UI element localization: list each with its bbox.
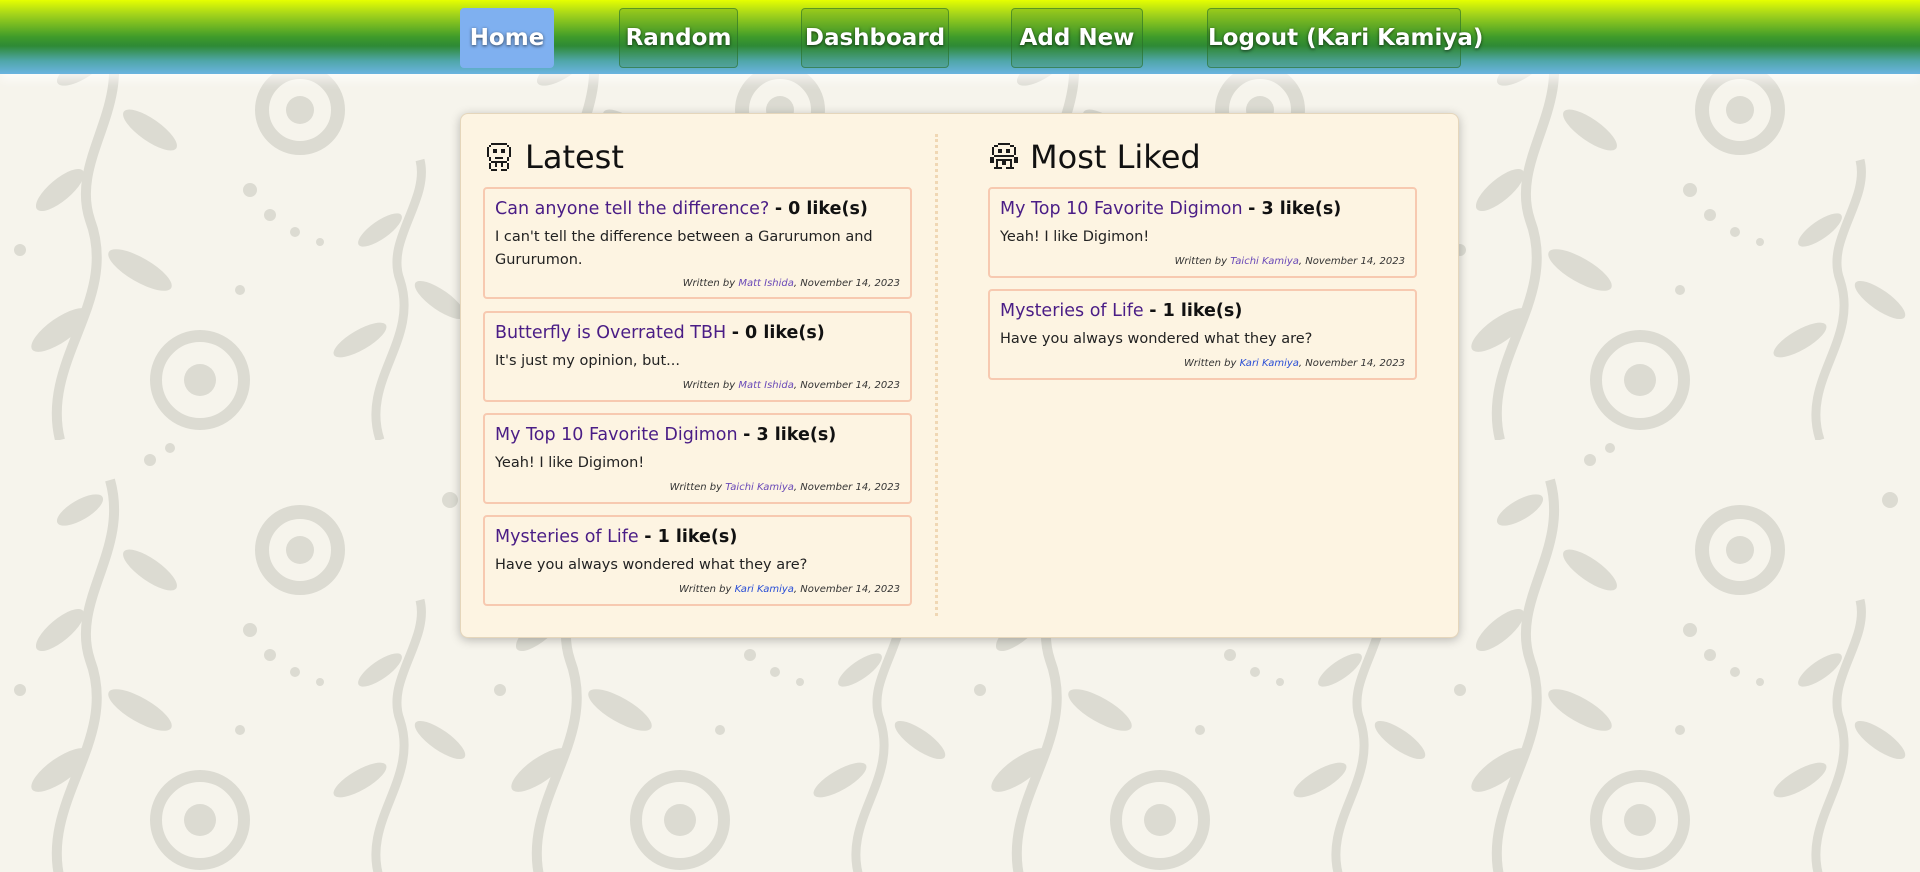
post-written-by: Written by	[679, 584, 732, 595]
post-title-link[interactable]: Mysteries of Life	[1000, 301, 1144, 321]
most-liked-heading: Most Liked	[988, 133, 1201, 181]
post-likes: - 0 like(s)	[731, 323, 825, 343]
post-body: Have you always wondered what they are?	[1000, 331, 1313, 347]
nav-home-button[interactable]: Home	[460, 8, 554, 68]
nav-add-new-button[interactable]: Add New	[1011, 8, 1143, 68]
post-author-link[interactable]: Taichi Kamiya	[1230, 256, 1299, 267]
post-date: , November 14, 2023	[1298, 256, 1405, 267]
post-date: , November 14, 2023	[793, 380, 900, 391]
post-date: , November 14, 2023	[1298, 358, 1405, 369]
post-likes: - 3 like(s)	[743, 425, 837, 445]
post-title-link[interactable]: Mysteries of Life	[495, 527, 639, 547]
post-header: Mysteries of Life - 1 like(s)	[1000, 301, 1242, 321]
post-author-link[interactable]: Matt Ishida	[738, 380, 794, 391]
post-author-link[interactable]: Taichi Kamiya	[725, 482, 794, 493]
post-author-link[interactable]: Matt Ishida	[738, 278, 794, 289]
post-body: I can't tell the difference between a Ga…	[495, 229, 873, 268]
top-navbar: Home Random Dashboard Add New Logout (Ka…	[0, 0, 1920, 74]
post-date: , November 14, 2023	[793, 584, 900, 595]
post-body: It's just my opinion, but...	[495, 353, 681, 369]
post-likes: - 1 like(s)	[644, 527, 738, 547]
digimon-sprite-icon	[487, 143, 511, 171]
post-header: My Top 10 Favorite Digimon - 3 like(s)	[495, 425, 836, 445]
latest-post-card: Mysteries of Life - 1 like(s) Have you a…	[483, 515, 912, 606]
post-written-by: Written by	[669, 482, 723, 493]
post-title-link[interactable]: Can anyone tell the difference?	[495, 199, 769, 219]
nav-logout-button[interactable]: Logout (Kari Kamiya)	[1207, 8, 1483, 68]
post-written-by: Written by	[1174, 256, 1228, 267]
post-body: Yeah! I like Digimon!	[1000, 229, 1150, 245]
post-meta: Written by Kari Kamiya, November 14, 202…	[679, 584, 900, 595]
post-likes: - 0 like(s)	[774, 199, 868, 219]
post-date: , November 14, 2023	[793, 482, 900, 493]
post-meta: Written by Matt Ishida, November 14, 202…	[683, 278, 900, 289]
post-meta: Written by Taichi Kamiya, November 14, 2…	[670, 482, 900, 493]
post-body: Yeah! I like Digimon!	[495, 455, 645, 471]
post-header: Mysteries of Life - 1 like(s)	[495, 527, 737, 547]
post-title-link[interactable]: Butterfly is Overrated TBH	[495, 323, 726, 343]
post-header: Butterfly is Overrated TBH - 0 like(s)	[495, 323, 825, 343]
post-written-by: Written by	[682, 380, 736, 391]
post-written-by: Written by	[1184, 358, 1237, 369]
latest-title: Latest	[525, 138, 624, 176]
latest-post-card: Can anyone tell the difference? - 0 like…	[483, 187, 912, 299]
digimon-sprite-icon	[990, 143, 1018, 169]
nav-dashboard-button[interactable]: Dashboard	[801, 8, 949, 68]
post-title-link[interactable]: My Top 10 Favorite Digimon	[495, 425, 738, 445]
post-body: Have you always wondered what they are?	[495, 557, 808, 573]
nav-random-button[interactable]: Random	[619, 8, 738, 68]
most-liked-title: Most Liked	[1030, 138, 1201, 176]
column-divider	[935, 134, 938, 616]
post-author-link[interactable]: Kari Kamiya	[1240, 358, 1299, 369]
latest-heading: Latest	[483, 133, 624, 181]
post-author-link[interactable]: Kari Kamiya	[735, 584, 794, 595]
post-header: Can anyone tell the difference? - 0 like…	[495, 199, 868, 219]
post-meta: Written by Taichi Kamiya, November 14, 2…	[1175, 256, 1405, 267]
post-date: , November 14, 2023	[793, 278, 900, 289]
post-written-by: Written by	[682, 278, 736, 289]
latest-post-card: Butterfly is Overrated TBH - 0 like(s) I…	[483, 311, 912, 402]
post-header: My Top 10 Favorite Digimon - 3 like(s)	[1000, 199, 1341, 219]
latest-post-card: My Top 10 Favorite Digimon - 3 like(s) Y…	[483, 413, 912, 504]
post-likes: - 3 like(s)	[1248, 199, 1342, 219]
post-meta: Written by Kari Kamiya, November 14, 202…	[1184, 358, 1405, 369]
post-meta: Written by Matt Ishida, November 14, 202…	[683, 380, 900, 391]
posts-panel: Latest Can anyone tell the difference? -…	[460, 113, 1459, 638]
post-title-link[interactable]: My Top 10 Favorite Digimon	[1000, 199, 1243, 219]
most-liked-post-card: My Top 10 Favorite Digimon - 3 like(s) Y…	[988, 187, 1417, 278]
post-likes: - 1 like(s)	[1149, 301, 1243, 321]
most-liked-post-card: Mysteries of Life - 1 like(s) Have you a…	[988, 289, 1417, 380]
